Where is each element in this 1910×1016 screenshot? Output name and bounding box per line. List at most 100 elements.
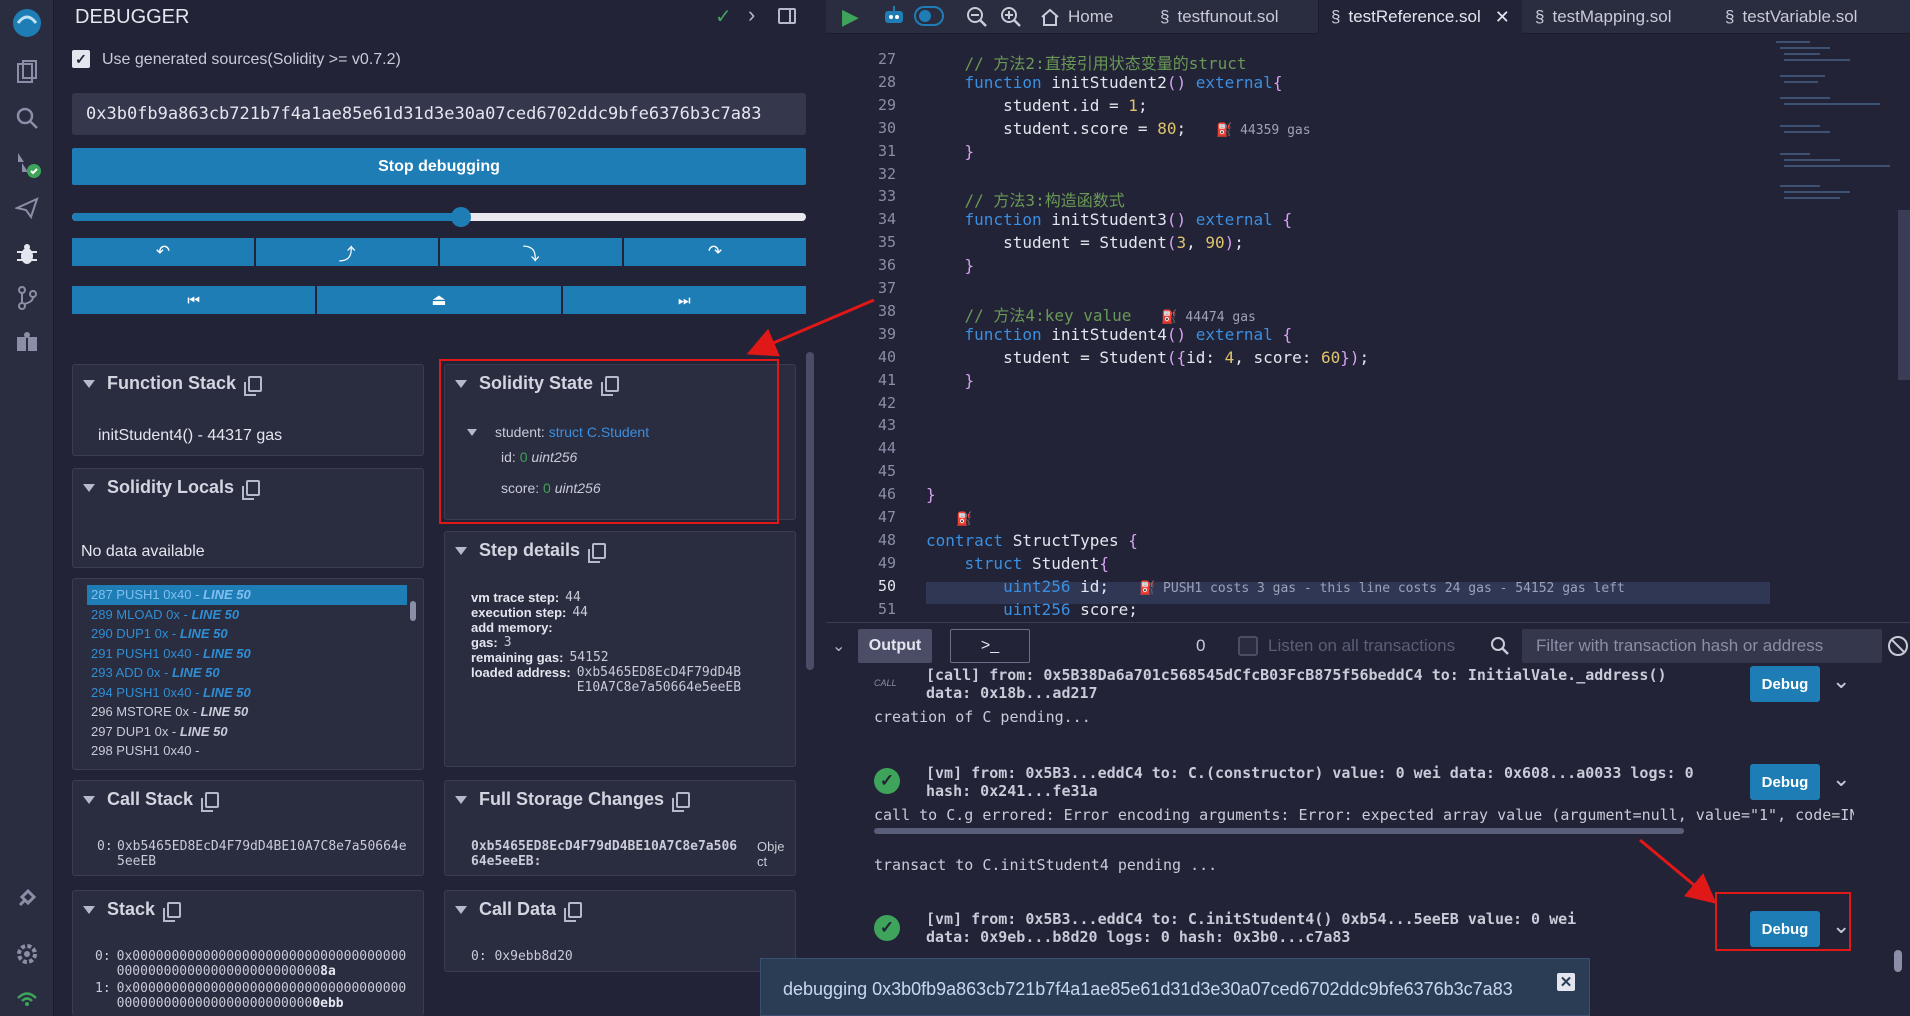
line-number[interactable]: 33 (826, 187, 896, 205)
search-icon[interactable] (0, 96, 54, 140)
step-over-icon[interactable]: ↷ (624, 238, 806, 266)
tab-file[interactable]: § testMapping.sol (1535, 0, 1672, 34)
tab-file[interactable]: § testReference.sol ✕ (1318, 0, 1522, 34)
settings-icon[interactable] (0, 932, 54, 976)
editor-scrollbar[interactable] (1898, 210, 1910, 380)
toast-close-icon[interactable]: ✕ (1557, 973, 1575, 991)
run-script-icon[interactable]: ▶ (842, 4, 859, 30)
code-line[interactable]: contract StructTypes { (926, 531, 1138, 550)
line-number[interactable]: 30 (826, 119, 896, 137)
step-out-icon[interactable]: ⤴ (256, 238, 438, 266)
line-number[interactable]: 39 (826, 325, 896, 343)
code-line[interactable]: // 方法3:构造函数式 (926, 187, 1125, 211)
line-number[interactable]: 46 (826, 485, 896, 503)
opcode-row[interactable]: 289 MLOAD 0x - LINE 50 (87, 605, 407, 625)
terminal-prompt-icon[interactable]: >_ (950, 629, 1030, 663)
line-number[interactable]: 49 (826, 554, 896, 572)
step-back-icon[interactable]: ↶ (72, 238, 254, 266)
file-explorer-icon[interactable] (0, 50, 54, 94)
code-line[interactable]: function initStudent4() external { (926, 325, 1293, 344)
step-into-icon[interactable]: ⤵ (440, 238, 622, 266)
collapse-icon[interactable] (83, 379, 95, 388)
opcode-row[interactable]: 291 PUSH1 0x40 - LINE 50 (87, 644, 407, 664)
line-number[interactable]: 42 (826, 394, 896, 412)
copy-icon[interactable] (244, 375, 263, 396)
code-line[interactable]: student.id = 1; (926, 96, 1148, 115)
code-line[interactable]: // 方法2:直接引用状态变量的struct (926, 50, 1247, 74)
code-line[interactable]: uint256 id; ⛽ PUSH1 costs 3 gas - this li… (926, 577, 1625, 596)
collapse-icon[interactable] (83, 905, 95, 914)
copy-icon[interactable] (201, 791, 220, 812)
line-number[interactable]: 47 (826, 508, 896, 526)
line-number[interactable]: 29 (826, 96, 896, 114)
expand-chevron-icon[interactable]: ⌄ (1832, 668, 1850, 694)
line-number[interactable]: 40 (826, 348, 896, 366)
line-number[interactable]: 50 (826, 577, 896, 595)
jump-out-icon[interactable]: ⏏ (317, 286, 561, 314)
code-line[interactable]: ⛽ (926, 508, 972, 527)
toggle-panel-icon[interactable] (778, 8, 796, 24)
collapse-icon[interactable] (83, 795, 95, 804)
line-number[interactable]: 31 (826, 142, 896, 160)
collapse-icon[interactable] (455, 905, 467, 914)
line-number[interactable]: 35 (826, 233, 896, 251)
line-number[interactable]: 48 (826, 531, 896, 549)
learneth-icon[interactable] (0, 320, 54, 364)
line-number[interactable]: 36 (826, 256, 896, 274)
opcode-row[interactable]: 294 PUSH1 0x40 - LINE 50 (87, 683, 407, 703)
step-slider[interactable] (72, 207, 806, 227)
minimap[interactable] (1770, 36, 1900, 216)
tx-filter-input[interactable]: Filter with transaction hash or address (1522, 629, 1882, 663)
collapse-icon[interactable] (83, 483, 95, 492)
clear-console-icon[interactable] (1888, 636, 1908, 656)
generated-sources-checkbox[interactable]: ✓ (72, 50, 90, 68)
collapse-icon[interactable] (455, 546, 467, 555)
tab-file[interactable]: § testfunout.sol (1160, 0, 1279, 34)
code-line[interactable]: student.score = 80; ⛽ 44359 gas (926, 119, 1311, 138)
debug-button[interactable]: Debug (1750, 764, 1820, 800)
opcode-row[interactable]: 293 ADD 0x - LINE 50 (87, 663, 407, 683)
debug-button[interactable]: Debug (1750, 666, 1820, 702)
terminal-collapse-icon[interactable]: ⌄ (832, 636, 845, 656)
collapse-icon[interactable] (455, 795, 467, 804)
tx-hash-input[interactable]: 0x3b0fb9a863cb721b7f4a1ae85e61d31d3e30a0… (72, 93, 806, 135)
tab-home[interactable]: Home (1040, 0, 1113, 34)
panel-scrollbar[interactable] (806, 352, 814, 670)
remix-logo-icon[interactable] (0, 0, 54, 46)
terminal-scrollbar[interactable] (1894, 950, 1902, 972)
zoom-out-icon[interactable] (966, 6, 988, 33)
code-line[interactable]: function initStudent3() external { (926, 210, 1293, 229)
chevron-right-icon[interactable]: › (748, 2, 755, 28)
line-number[interactable]: 41 (826, 371, 896, 389)
git-icon[interactable] (0, 276, 54, 320)
opcode-scrollbar[interactable] (410, 601, 416, 621)
plugin-manager-icon[interactable] (0, 876, 54, 920)
horizontal-scrollbar[interactable] (874, 828, 1684, 834)
opcode-row[interactable]: 296 MSTORE 0x - LINE 50 (87, 702, 407, 722)
copy-icon[interactable] (564, 901, 583, 922)
debugger-icon[interactable] (0, 232, 54, 276)
close-icon[interactable]: ✕ (1495, 7, 1510, 28)
code-line[interactable]: } (926, 371, 975, 390)
opcode-row[interactable]: 298 PUSH1 0x40 - (87, 741, 407, 757)
code-line[interactable]: } (926, 485, 936, 504)
stop-debugging-button[interactable]: Stop debugging (72, 148, 806, 185)
opcode-row[interactable]: 297 DUP1 0x - LINE 50 (87, 722, 407, 742)
code-line[interactable]: } (926, 256, 975, 275)
copy-icon[interactable] (672, 791, 691, 812)
line-number[interactable]: 44 (826, 439, 896, 457)
line-number[interactable]: 32 (826, 165, 896, 183)
copy-icon[interactable] (242, 479, 261, 500)
jump-previous-breakpoint-icon[interactable]: ⏮ (72, 286, 316, 314)
copy-icon[interactable] (163, 901, 182, 922)
code-line[interactable]: function initStudent2() external{ (926, 73, 1283, 92)
code-line[interactable]: } (926, 142, 975, 161)
line-number[interactable]: 34 (826, 210, 896, 228)
line-number[interactable]: 37 (826, 279, 896, 297)
solidity-compiler-icon[interactable] (0, 142, 54, 186)
listen-checkbox[interactable] (1238, 636, 1258, 656)
line-number[interactable]: 43 (826, 416, 896, 434)
jump-next-breakpoint-icon[interactable]: ⏭ (562, 286, 806, 314)
line-number[interactable]: 51 (826, 600, 896, 618)
code-line[interactable]: uint256 score; (926, 600, 1138, 619)
